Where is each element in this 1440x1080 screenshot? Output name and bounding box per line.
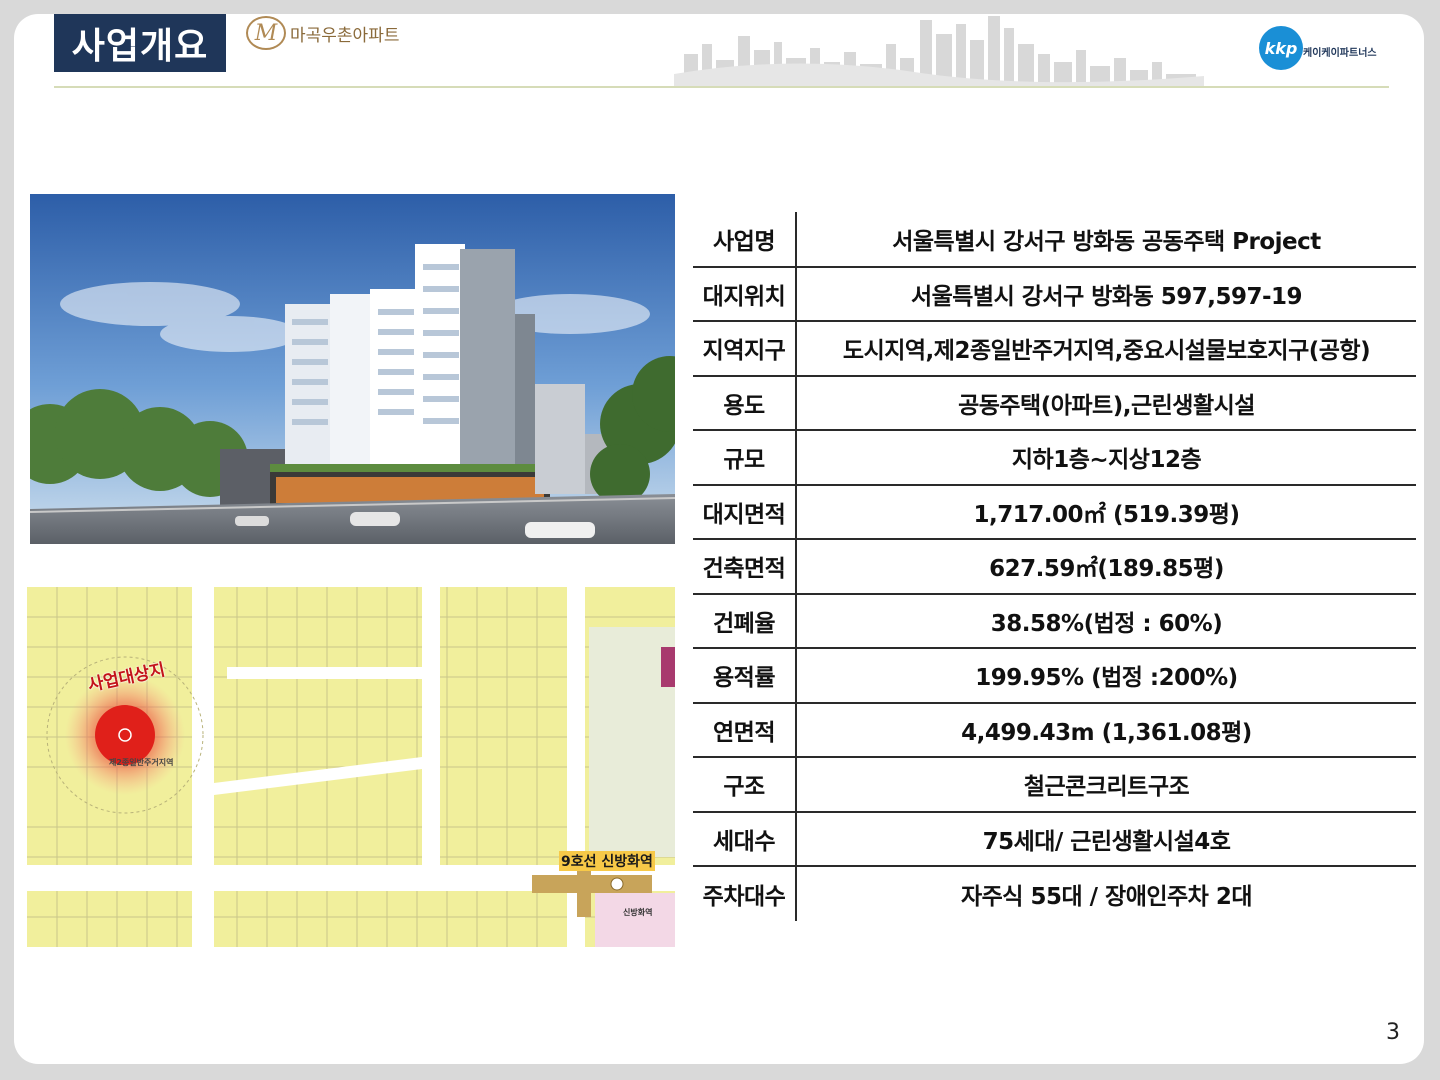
page-number: 3 <box>1386 1020 1400 1045</box>
row-key: 주차대수 <box>693 866 797 921</box>
row-key: 지역지구 <box>693 321 797 377</box>
page-title: 사업개요 <box>54 14 226 72</box>
row-key: 규모 <box>693 430 797 486</box>
row-value: 자주식 55대 / 장애인주차 2대 <box>960 883 1253 910</box>
table-row: 규모 지하1층~지상12층 <box>693 430 1416 486</box>
table-row: 지역지구 도시지역,제2종일반주거지역,중요시설물보호지구(공항) <box>693 321 1416 377</box>
row-key: 대지면적 <box>693 484 797 540</box>
row-value: 도시지역,제2종일반주거지역,중요시설물보호지구(공항) <box>796 321 1416 377</box>
brand-name: 마곡우촌아파트 <box>290 25 400 46</box>
table-row: 주차대수 자주식 55대 / 장애인주차 2대 <box>693 866 1416 921</box>
site-map: 사업대상지 제2종일반주거지역 9호선 신방화역 신방화역 <box>27 587 675 947</box>
table-row: 사업명 서울특별시 강서구 방화동 공동주택 Project <box>693 212 1416 268</box>
row-value: 공동주택(아파트),근린생활시설 <box>796 375 1416 431</box>
row-key: 건축면적 <box>693 539 797 595</box>
logo-company-name: 케이케이파트너스 <box>1303 48 1377 59</box>
logo-mark: kkp <box>1259 26 1303 70</box>
row-value: 75세대/ 근린생활시설4호 <box>796 811 1416 867</box>
table-row: 대지면적 1,717.00㎡ (519.39평) <box>693 484 1416 540</box>
row-value: 철근콘크리트구조 <box>796 757 1416 813</box>
table-row: 건폐율 38.58%(법정 : 60%) <box>693 593 1416 649</box>
row-key: 연면적 <box>693 702 797 758</box>
brand-emblem-icon: M <box>246 16 286 50</box>
slide: 사업개요 M 마곡우촌아파트 kkp 케이케이파트너스 사업대상지 제2종일반주… <box>14 14 1424 1064</box>
row-key: 용적률 <box>693 648 797 704</box>
row-value: 38.58%(법정 : 60%) <box>796 593 1416 649</box>
header-divider <box>54 86 1389 88</box>
table-row: 구조 철근콘크리트구조 <box>693 757 1416 813</box>
company-logo: kkp 케이케이파트너스 <box>1259 26 1389 70</box>
table-row: 용적률 199.95% (법정 :200%) <box>693 648 1416 704</box>
row-value: 627.59㎡(189.85평) <box>796 539 1416 595</box>
row-key: 사업명 <box>693 212 797 268</box>
table-row: 세대수 75세대/ 근린생활시설4호 <box>693 811 1416 867</box>
station-label: 9호선 신방화역 <box>559 851 655 871</box>
row-value: 서울특별시 강서구 방화동 597,597-19 <box>796 266 1416 322</box>
station-small-label: 신방화역 <box>623 908 653 917</box>
table-row: 용도 공동주택(아파트),근린생활시설 <box>693 375 1416 431</box>
row-key: 건폐율 <box>693 593 797 649</box>
table-row: 건축면적 627.59㎡(189.85평) <box>693 539 1416 595</box>
project-info-table: 사업명 서울특별시 강서구 방화동 공동주택 Project 대지위치 서울특별시 … <box>693 212 1416 921</box>
zone-label: 제2종일반주거지역 <box>109 758 174 767</box>
row-key: 대지위치 <box>693 266 797 322</box>
row-value: 지하1층~지상12층 <box>796 430 1416 486</box>
row-key: 구조 <box>693 757 797 813</box>
brand: M 마곡우촌아파트 <box>246 16 399 50</box>
row-value: 4,499.43m (1,361.08평) <box>796 702 1416 758</box>
table-row: 연면적 4,499.43m (1,361.08평) <box>693 702 1416 758</box>
row-value: 199.95% (법정 :200%) <box>796 648 1416 704</box>
table-row: 대지위치 서울특별시 강서구 방화동 597,597-19 <box>693 266 1416 322</box>
skyline-illustration <box>674 16 1204 86</box>
building-rendering-image <box>30 194 675 544</box>
row-key: 세대수 <box>693 811 797 867</box>
row-value: 서울특별시 강서구 방화동 공동주택 Project <box>796 212 1416 268</box>
row-key: 용도 <box>693 375 797 431</box>
row-value: 1,717.00㎡ (519.39평) <box>796 484 1416 540</box>
